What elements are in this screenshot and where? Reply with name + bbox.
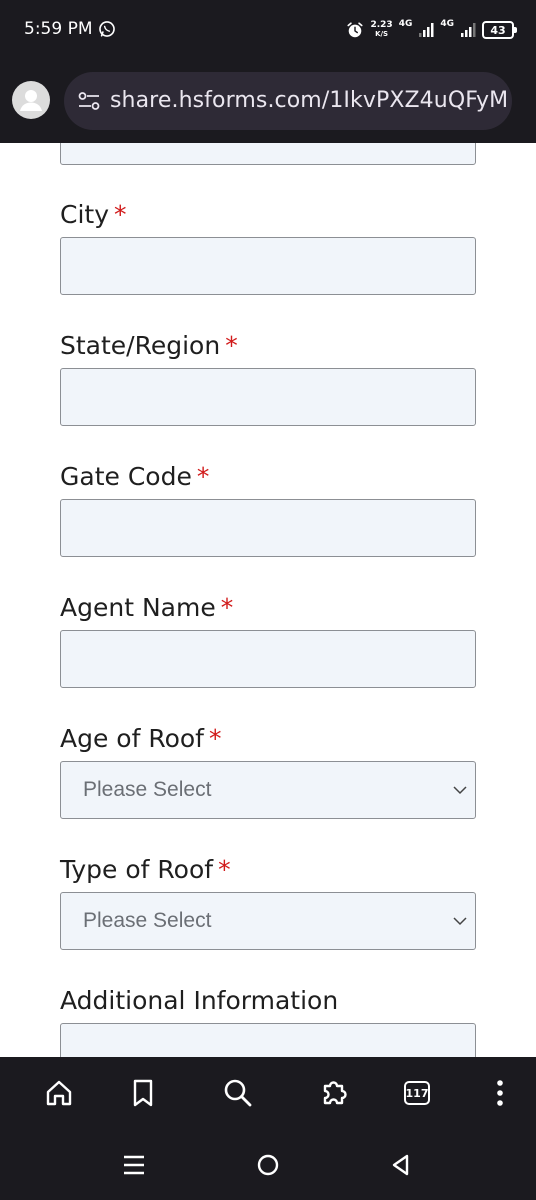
required-mark: *: [114, 200, 127, 229]
battery-level: 43: [490, 23, 506, 37]
agent-name-label: Agent Name *: [60, 593, 234, 622]
status-indicators: 2.23 K/S 4G 4G 43: [346, 16, 517, 44]
more-menu-button[interactable]: [480, 1073, 520, 1113]
network-speed: 2.23 K/S: [370, 21, 392, 39]
status-time: 5:59 PM: [24, 19, 93, 39]
address-field-partial[interactable]: [60, 143, 476, 165]
search-button[interactable]: [218, 1073, 258, 1113]
network-type-2: 4G: [440, 19, 454, 29]
state-region-input[interactable]: [60, 368, 476, 426]
agent-name-input[interactable]: [60, 630, 476, 688]
tabs-button[interactable]: 117: [397, 1073, 437, 1113]
whatsapp-icon: [99, 21, 115, 37]
tabs-icon: 117: [404, 1081, 430, 1105]
state-region-label: State/Region *: [60, 331, 238, 360]
gate-code-label: Gate Code *: [60, 462, 210, 491]
type-of-roof-select[interactable]: Please Select: [60, 892, 476, 950]
bottom-toolbar: 117: [0, 1057, 536, 1129]
network-type-1: 4G: [398, 19, 413, 29]
required-mark: *: [218, 855, 231, 884]
back-icon: [392, 1154, 409, 1176]
person-icon: [20, 90, 42, 111]
additional-information-label: Additional Information: [60, 986, 339, 1015]
tune-icon[interactable]: [78, 91, 100, 111]
system-nav-bar: [0, 1129, 536, 1200]
battery-icon: 43: [482, 21, 517, 39]
chevron-down-icon: [453, 786, 467, 795]
system-home-button[interactable]: [250, 1147, 286, 1183]
additional-information-input[interactable]: [60, 1023, 476, 1057]
home-circle-icon: [257, 1154, 279, 1176]
browser-toolbar: share.hsforms.com/1IkvPXZ4uQFyM: [0, 58, 536, 143]
required-mark: *: [208, 724, 222, 753]
home-icon: [46, 1080, 72, 1106]
tab-count: 117: [405, 1086, 429, 1100]
age-of-roof-select[interactable]: Please Select: [60, 761, 476, 819]
speed-value: 2.23: [370, 20, 393, 30]
age-of-roof-label: Age of Roof *: [60, 724, 222, 753]
signal-icon-2: [461, 23, 476, 37]
bookmark-icon: [133, 1079, 153, 1107]
alarm-icon: [347, 22, 364, 38]
search-icon: [224, 1079, 252, 1107]
signal-icon: [419, 23, 434, 37]
gate-code-input[interactable]: [60, 499, 476, 557]
required-mark: *: [225, 331, 238, 360]
recents-icon: [124, 1155, 144, 1175]
select-value: Please Select: [83, 909, 212, 932]
select-value: Please Select: [83, 778, 212, 801]
form-page: City * State/Region * Gate Code * Agent Nam…: [0, 143, 536, 1057]
city-label: City *: [60, 200, 127, 229]
address-bar[interactable]: share.hsforms.com/1IkvPXZ4uQFyM: [64, 72, 512, 130]
system-back-button[interactable]: [383, 1147, 419, 1183]
extensions-button[interactable]: [314, 1073, 354, 1113]
url-text: share.hsforms.com/1IkvPXZ4uQFyM: [110, 88, 509, 113]
required-mark: *: [196, 462, 210, 491]
extensions-icon: [323, 1081, 347, 1105]
recents-button[interactable]: [116, 1147, 152, 1183]
home-button[interactable]: [39, 1073, 79, 1113]
speed-unit: K/S: [375, 30, 389, 38]
chevron-down-icon: [453, 917, 467, 926]
profile-avatar[interactable]: [12, 81, 50, 119]
type-of-roof-label: Type of Roof *: [60, 855, 231, 884]
bookmark-button[interactable]: [123, 1073, 163, 1113]
status-bar: 5:59 PM 2.23 K/S 4G 4G 43: [0, 0, 536, 58]
required-mark: *: [220, 593, 234, 622]
more-icon: [497, 1080, 503, 1106]
city-input[interactable]: [60, 237, 476, 295]
